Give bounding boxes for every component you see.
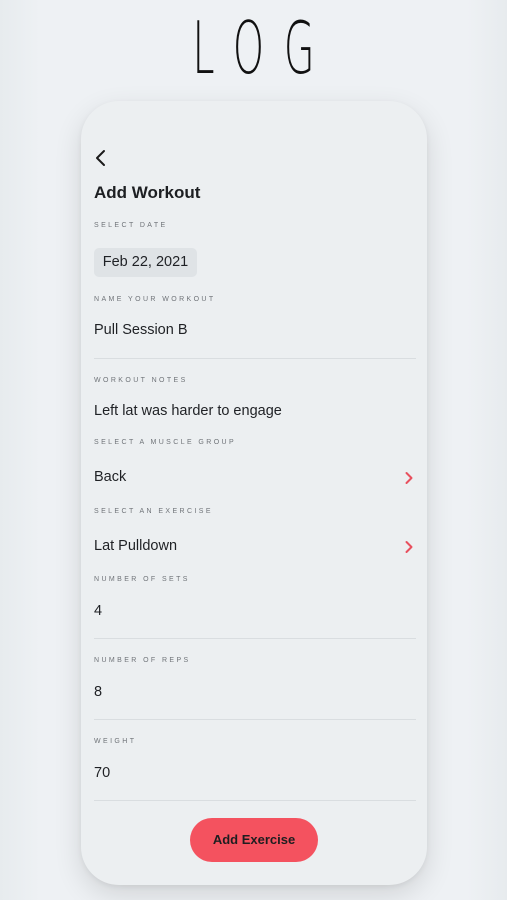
add-exercise-button[interactable]: Add Exercise [190, 818, 318, 862]
reps-input[interactable]: 8 [94, 684, 102, 700]
workout-name-input[interactable]: Pull Session B [94, 322, 188, 338]
exercise-label: SELECT AN EXERCISE [94, 508, 213, 515]
select-date-label: SELECT DATE [94, 222, 168, 229]
chevron-right-icon[interactable] [403, 471, 415, 485]
date-picker-button[interactable]: Feb 22, 2021 [94, 248, 197, 277]
divider [94, 800, 416, 801]
exercise-select[interactable]: Lat Pulldown [94, 538, 177, 554]
chevron-right-icon[interactable] [403, 540, 415, 554]
phone-frame: Add Workout SELECT DATE Feb 22, 2021 NAM… [81, 101, 427, 885]
weight-label: WEIGHT [94, 738, 137, 745]
muscle-group-label: SELECT A MUSCLE GROUP [94, 439, 237, 446]
sets-label: NUMBER OF SETS [94, 576, 190, 583]
divider [94, 719, 416, 720]
back-arrow-icon[interactable] [91, 147, 113, 169]
sets-input[interactable]: 4 [94, 603, 102, 619]
muscle-group-select[interactable]: Back [94, 469, 126, 485]
divider [94, 358, 416, 359]
app-logo: LOG [192, 6, 335, 90]
reps-label: NUMBER OF REPS [94, 657, 191, 664]
workout-notes-label: WORKOUT NOTES [94, 377, 188, 384]
weight-input[interactable]: 70 [94, 765, 110, 781]
page-title: Add Workout [94, 183, 201, 202]
workout-notes-input[interactable]: Left lat was harder to engage [94, 403, 282, 419]
workout-name-label: NAME YOUR WORKOUT [94, 296, 216, 303]
divider [94, 638, 416, 639]
